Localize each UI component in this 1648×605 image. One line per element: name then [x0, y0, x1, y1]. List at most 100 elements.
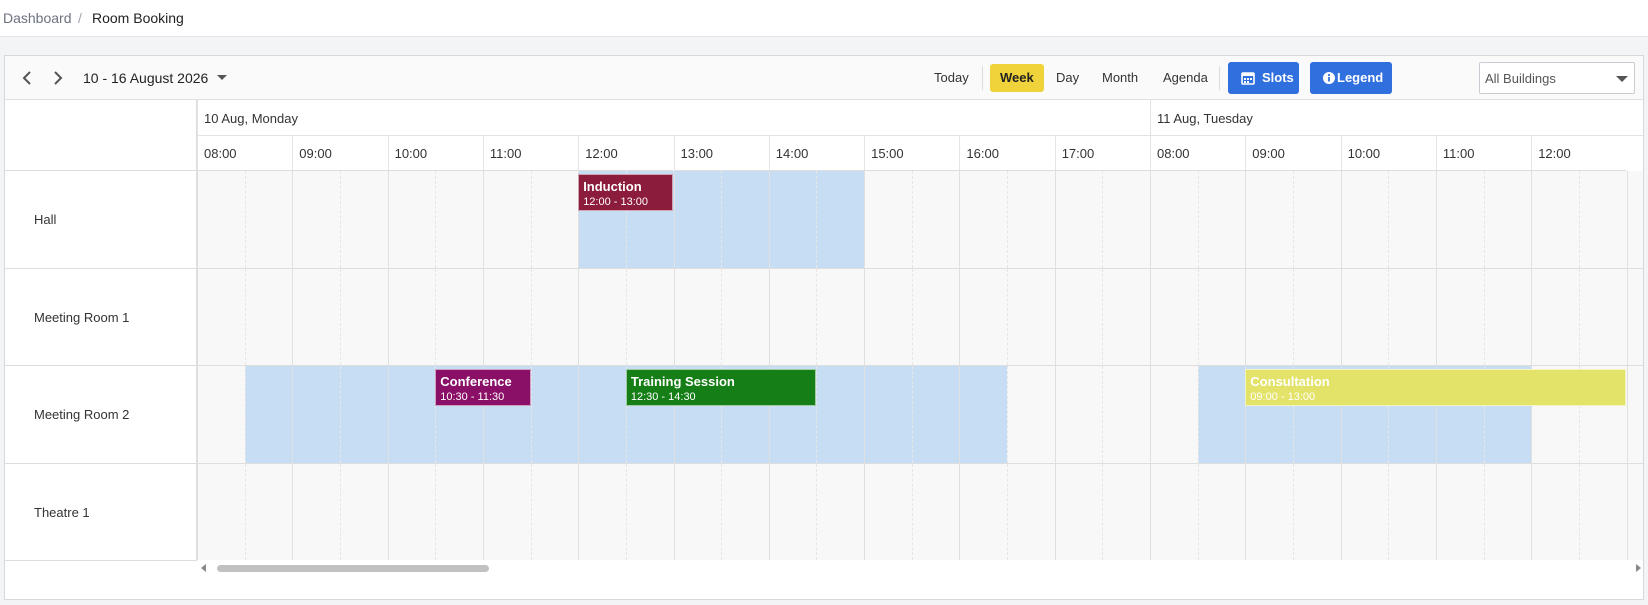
day-view-button[interactable]: Day — [1046, 64, 1089, 92]
room-label: Hall — [5, 171, 197, 269]
grid-line — [197, 366, 198, 463]
grid-line — [1483, 171, 1485, 268]
building-filter-select[interactable]: All Buildings — [1479, 62, 1635, 94]
grid-line — [959, 171, 961, 268]
scroll-left-icon[interactable] — [201, 564, 206, 572]
grid-line — [339, 268, 341, 365]
slots-label: Slots — [1262, 70, 1294, 85]
grid-line — [721, 268, 723, 365]
grid-line — [721, 171, 723, 268]
grid-line — [387, 268, 389, 365]
room-label: Theatre 1 — [5, 463, 197, 561]
grid-line — [1150, 171, 1151, 268]
grid-line — [1292, 463, 1294, 560]
event-title: Consultation — [1250, 374, 1330, 389]
grid-line — [530, 171, 532, 268]
grid-line — [1007, 366, 1009, 463]
grid-line — [1578, 171, 1580, 268]
date-range-label[interactable]: 10 - 16 August 2026 — [83, 70, 208, 86]
grid-line — [959, 463, 961, 560]
day-header: 11 Aug, Tuesday — [1150, 100, 1643, 136]
grid-line — [768, 268, 770, 365]
grid-line — [197, 463, 198, 560]
month-view-button[interactable]: Month — [1092, 64, 1148, 92]
next-icon[interactable] — [48, 68, 68, 88]
grid-line — [244, 268, 246, 365]
grid-line — [768, 463, 770, 560]
legend-label: Legend — [1337, 70, 1384, 85]
grid-corner — [5, 100, 197, 171]
grid-line — [578, 366, 580, 463]
room-lane[interactable]: Conference 10:30 - 11:30 Training Session 1… — [197, 366, 1643, 464]
grid-line — [387, 463, 389, 560]
legend-button[interactable]: Legend — [1310, 62, 1392, 94]
grid-line — [1054, 171, 1056, 268]
hour-header: 12:00 — [578, 136, 674, 171]
breadcrumb-dashboard-link[interactable]: Dashboard — [3, 10, 72, 26]
scrollbar-thumb[interactable] — [217, 565, 489, 572]
room-label: Meeting Room 2 — [5, 366, 197, 464]
chevron-down-icon — [1616, 76, 1628, 82]
room-lane[interactable] — [197, 268, 1643, 366]
grid-line — [292, 171, 294, 268]
booking-event[interactable]: Training Session 12:30 - 14:30 — [625, 369, 817, 406]
slots-button[interactable]: Slots — [1228, 62, 1299, 94]
grid-line — [1435, 171, 1437, 268]
booking-event[interactable]: Consultation 09:00 - 13:00 — [1245, 369, 1627, 406]
event-time: 10:30 - 11:30 — [440, 391, 505, 403]
breadcrumb-current: Room Booking — [92, 10, 184, 26]
grid-line — [530, 463, 532, 560]
hour-header: 11:00 — [1435, 136, 1532, 171]
horizontal-scrollbar[interactable] — [197, 560, 1643, 576]
grid-line — [1435, 268, 1437, 365]
grid-line — [292, 268, 294, 365]
agenda-view-button[interactable]: Agenda — [1153, 64, 1218, 92]
hour-header: 08:00 — [197, 136, 293, 171]
week-view-button[interactable]: Week — [990, 64, 1044, 92]
grid-line — [911, 268, 913, 365]
grid-line — [768, 171, 770, 268]
grid-line — [959, 366, 961, 463]
grid-line — [1197, 171, 1199, 268]
grid-line — [1197, 463, 1199, 560]
grid-line — [673, 171, 675, 268]
info-icon — [1323, 72, 1335, 84]
chevron-down-icon[interactable] — [217, 75, 227, 80]
grid-line — [482, 463, 484, 560]
grid-line — [435, 463, 437, 560]
grid-line — [816, 268, 818, 365]
today-button[interactable]: Today — [924, 64, 979, 92]
grid-line — [1531, 171, 1533, 268]
booking-event[interactable]: Conference 10:30 - 11:30 — [435, 369, 531, 406]
grid-line — [1340, 463, 1342, 560]
grid-line — [959, 268, 961, 365]
grid-line — [721, 463, 723, 560]
scroll-right-icon[interactable] — [1636, 564, 1641, 572]
timeline-grid: 10 Aug, Monday 08:00 09:00 10:00 11:00 12:00 1… — [5, 100, 1643, 599]
hour-header: 10:00 — [387, 136, 483, 171]
grid-line — [1292, 268, 1294, 365]
grid-line — [816, 171, 818, 268]
grid-line — [1054, 268, 1056, 365]
toolbar-divider — [982, 66, 983, 90]
breadcrumb: Dashboard / Room Booking — [0, 0, 1648, 37]
day-header: 10 Aug, Monday — [197, 100, 1150, 136]
grid-line — [1245, 268, 1247, 365]
grid-line — [911, 366, 913, 463]
scheduler-toolbar: 10 - 16 August 2026 Today Week Day Month… — [5, 56, 1643, 100]
grid-line — [530, 366, 532, 463]
room-lane[interactable] — [197, 463, 1643, 561]
booking-event[interactable]: Induction 12:00 - 13:00 — [578, 174, 674, 211]
grid-line — [673, 268, 675, 365]
grid-line — [1578, 268, 1580, 365]
grid-line — [435, 171, 437, 268]
hour-header: 09:00 — [1245, 136, 1341, 171]
grid-line — [864, 366, 866, 463]
hour-header: 09:00 — [292, 136, 388, 171]
grid-line — [1388, 268, 1390, 365]
room-lane[interactable]: Induction 12:00 - 13:00 — [197, 171, 1643, 269]
grid-line — [625, 268, 627, 365]
hour-header: 13:00 — [673, 136, 769, 171]
room-scheduler: 10 - 16 August 2026 Today Week Day Month… — [4, 55, 1644, 600]
previous-icon[interactable] — [17, 68, 37, 88]
